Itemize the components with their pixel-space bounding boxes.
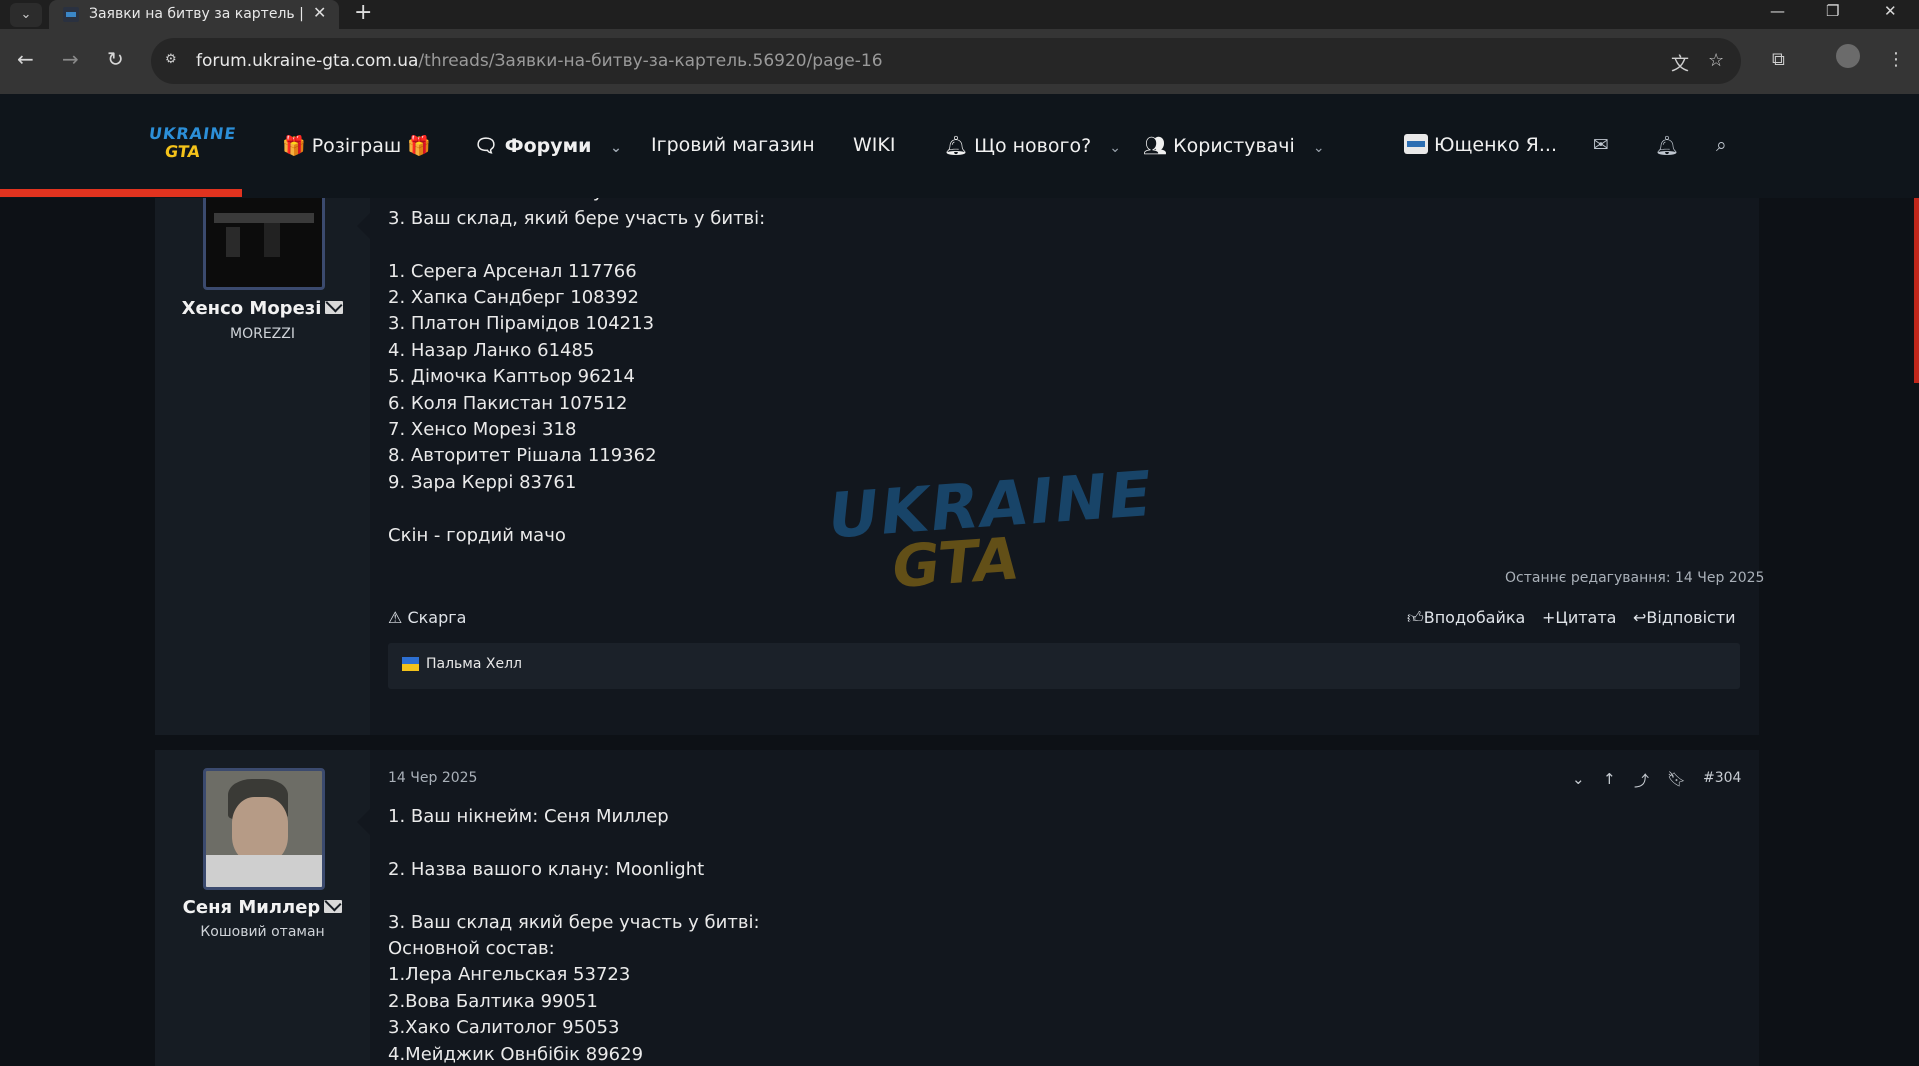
thumbs-up-icon: 👍︎: [1407, 608, 1424, 627]
site-logo[interactable]: UKRAINE GTA: [147, 124, 238, 166]
alerts-bell-icon[interactable]: 🔔︎: [1655, 134, 1679, 157]
site-watermark: UKRAINE GTA: [824, 456, 1157, 602]
post-line: 1.Лера Ангельская 53723: [388, 964, 631, 986]
reply-icon: ↩: [1633, 608, 1647, 627]
users-icon: 👥︎: [1143, 135, 1168, 157]
post-line: Скін - гордий мачо: [388, 524, 566, 546]
restore-icon[interactable]: ❐: [1826, 2, 1839, 20]
chevron-down-icon[interactable]: ⌄: [610, 140, 622, 156]
plus-icon: +: [1542, 608, 1556, 627]
post-line: 2. Назва вашого клану: Alliance: [388, 198, 686, 202]
post-line: 2. Хапка Сандберг 108392: [388, 287, 639, 308]
chevron-down-icon[interactable]: ⌄: [1109, 140, 1121, 156]
username[interactable]: Сеня Миллер: [155, 897, 370, 918]
post-line: 8. Авторитет Рішала 119362: [388, 445, 657, 467]
post-line: 4.Мейджик Овнбібік 89629: [388, 1043, 644, 1065]
post-line: 2.Вова Балтика 99051: [388, 990, 598, 1012]
user-title: Кошовий отаман: [200, 924, 325, 940]
post-date[interactable]: 14 Чер 2025: [388, 770, 477, 786]
browser-tab[interactable]: Заявки на битву за картель | C ✕: [49, 0, 339, 29]
bell-icon: 🔔︎: [944, 135, 969, 157]
nav-account[interactable]: Ющенко Я...: [1404, 134, 1557, 156]
post-number[interactable]: #304: [1703, 770, 1741, 786]
site-favicon-icon: [63, 7, 79, 22]
minimize-icon[interactable]: —: [1770, 2, 1785, 20]
close-tab-icon[interactable]: ✕: [313, 3, 326, 22]
site-navigation: UKRAINE GTA 🎁 Розіграш 🎁 🗨 Форуми ⌄ Ігро…: [0, 94, 1919, 198]
mail-icon[interactable]: [325, 301, 344, 314]
nav-wiki[interactable]: WIKI: [853, 134, 895, 156]
new-tab-icon[interactable]: +: [354, 0, 372, 26]
extensions-icon[interactable]: ⧉: [1772, 49, 1785, 70]
back-icon[interactable]: ←: [17, 47, 34, 71]
mail-icon[interactable]: [324, 900, 343, 913]
post-line: 1. Ваш нікнейм: Сеня Миллер: [388, 806, 669, 827]
post-line: 1. Серега Арсенал 117766: [388, 260, 637, 282]
arrow-up-icon[interactable]: ↑: [1603, 770, 1616, 788]
post-user-panel: Хенсо Морезі MOREZZI: [155, 198, 370, 735]
post-line: 3. Ваш склад який бере участь у битві:: [388, 911, 760, 933]
share-icon[interactable]: ⤴: [1634, 770, 1649, 791]
inbox-icon[interactable]: ✉: [1593, 134, 1609, 156]
scroll-indicator[interactable]: [1914, 198, 1919, 383]
ukraine-flag-icon: [402, 657, 419, 671]
browser-toolbar: ← → ↻ ⚙ forum.ukraine-gta.com.ua/threads…: [0, 29, 1919, 94]
translate-icon[interactable]: 文: [1671, 50, 1689, 76]
post-304: Сеня Миллер Кошовий отаман 14 Чер 2025 ⌄…: [155, 750, 1759, 1066]
user-title: MOREZZI: [230, 326, 295, 342]
nav-users[interactable]: 👥︎ Користувачі ⌄: [1143, 134, 1325, 157]
chevron-down-icon[interactable]: ⌄: [1313, 140, 1325, 156]
post-line: Основной состав:: [388, 938, 555, 959]
bookmark-star-icon[interactable]: ☆: [1708, 50, 1724, 71]
reaction-bar[interactable]: Пальма Хелл: [388, 643, 1740, 689]
username[interactable]: Хенсо Морезі: [155, 298, 370, 319]
site-info-icon[interactable]: ⚙: [165, 52, 183, 68]
account-avatar: [1404, 134, 1428, 154]
avatar[interactable]: [203, 768, 325, 890]
nav-shop[interactable]: Ігровий магазин: [651, 134, 815, 156]
expand-icon[interactable]: ⌄: [1572, 770, 1585, 788]
gift-icon: 🎁: [407, 135, 431, 157]
search-icon[interactable]: ⌕: [1716, 134, 1727, 156]
chat-icon: 🗨: [474, 135, 499, 157]
tab-title: Заявки на битву за картель | C: [89, 6, 309, 22]
reply-button[interactable]: ↩Відповісти: [1633, 608, 1736, 627]
avatar[interactable]: [203, 198, 325, 290]
post-arrow: [357, 212, 371, 240]
quote-button[interactable]: +Цитата: [1542, 608, 1616, 627]
nav-whats-new[interactable]: 🔔︎ Що нового? ⌄: [944, 134, 1121, 157]
nav-giveaway[interactable]: 🎁 Розіграш 🎁: [282, 134, 431, 157]
tab-search-button[interactable]: ⌄: [10, 3, 42, 27]
post-line: 4. Назар Ланко 61485: [388, 339, 595, 361]
browser-tab-strip: ⌄ Заявки на битву за картель | C ✕ + — ❐…: [0, 0, 1919, 29]
url-text[interactable]: forum.ukraine-gta.com.ua/threads/Заявки-…: [196, 51, 883, 71]
post-line: 7. Хенсо Морезі 318: [388, 419, 577, 440]
profile-avatar[interactable]: [1836, 44, 1860, 68]
thread-content: Хенсо Морезі MOREZZI 1. Ваш нікнейм: Хен…: [0, 198, 1919, 1066]
like-button[interactable]: 👍︎Вподобайка: [1407, 608, 1525, 628]
post-303: Хенсо Морезі MOREZZI 1. Ваш нікнейм: Хен…: [155, 198, 1764, 735]
bookmark-icon[interactable]: 🔖︎: [1667, 770, 1686, 788]
report-button[interactable]: ⚠ Скарга: [388, 608, 466, 627]
address-bar[interactable]: ⚙ forum.ukraine-gta.com.ua/threads/Заявк…: [151, 38, 1741, 84]
last-edited: Останнє редагування: 14 Чер 2025: [1505, 570, 1765, 586]
post-arrow: [357, 808, 371, 836]
reload-icon[interactable]: ↻: [107, 47, 124, 71]
post-line: 3. Платон Пірамідов 104213: [388, 313, 655, 335]
page-load-progress-bar: [0, 189, 242, 197]
post-user-panel: Сеня Миллер Кошовий отаман: [155, 750, 370, 1066]
browser-menu-icon[interactable]: ⋮: [1887, 49, 1905, 70]
window-close-icon[interactable]: ✕: [1884, 2, 1897, 20]
post-line: 2. Назва вашого клану: Moonlight: [388, 858, 705, 880]
forward-icon[interactable]: →: [62, 47, 79, 71]
post-line: 5. Дімочка Каптьор 96214: [388, 366, 635, 388]
post-line: 3.Хако Салитолог 95053: [388, 1017, 620, 1039]
post-line: 6. Коля Пакистан 107512: [388, 392, 628, 414]
post-line: 9. Зара Керрі 83761: [388, 471, 577, 493]
nav-forums[interactable]: 🗨 Форуми ⌄: [474, 134, 622, 157]
warning-icon: ⚠: [388, 608, 403, 627]
reaction-user[interactable]: Пальма Хелл: [426, 656, 522, 672]
gift-icon: 🎁: [282, 135, 306, 157]
post-line: 3. Ваш склад, який бере участь у битві:: [388, 207, 766, 229]
